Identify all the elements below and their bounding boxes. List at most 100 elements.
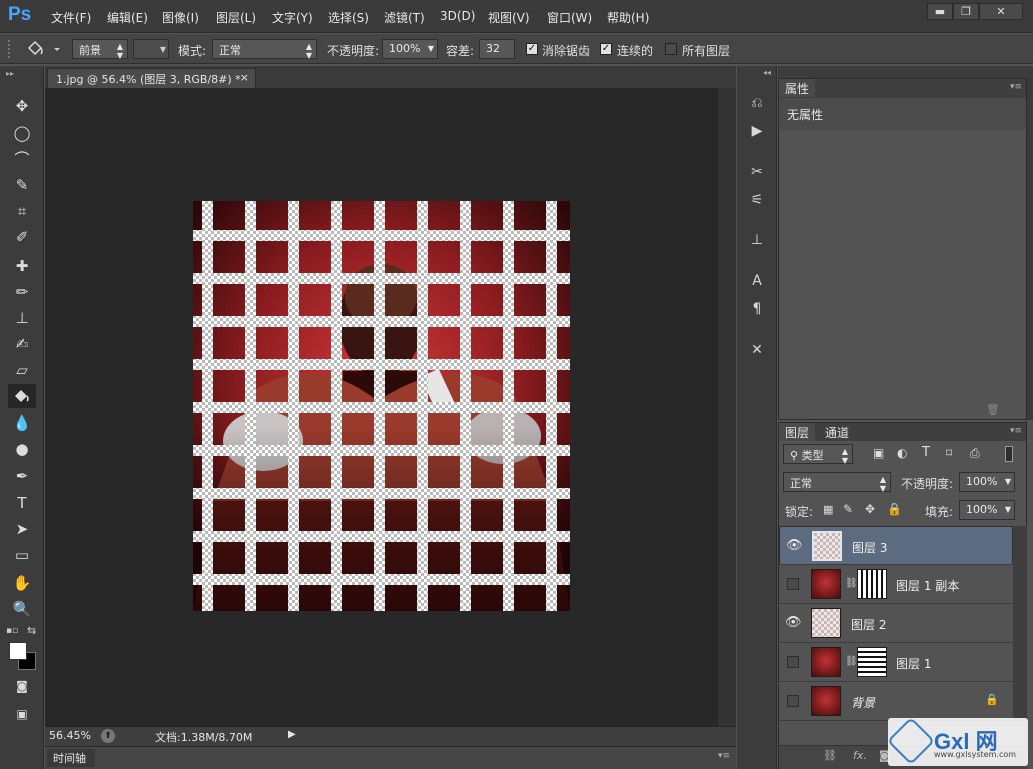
link-icon[interactable]: ⛓ — [845, 578, 858, 589]
fx-icon[interactable]: fx. — [853, 749, 867, 762]
eye-icon[interactable]: 👁 — [786, 538, 803, 554]
link-layers-icon[interactable]: ⛓ — [823, 749, 837, 762]
menu-type[interactable]: 文字(Y) — [272, 9, 313, 26]
tolerance-input[interactable]: 32 — [479, 39, 515, 59]
restore-button[interactable]: ❐ — [953, 3, 979, 20]
blend-mode-select[interactable]: 正常 ▲ ▼ — [783, 472, 891, 493]
type-tool-icon[interactable]: T — [8, 491, 36, 515]
layer-row[interactable]: 👁 图层 3 — [779, 526, 1013, 565]
menu-select[interactable]: 选择(S) — [328, 9, 369, 26]
lock-all-icon[interactable]: 🔒 — [887, 502, 902, 516]
layer-opacity-input[interactable]: 100% ▼ — [959, 472, 1015, 492]
layer-row[interactable]: 👁 图层 2 — [779, 604, 1013, 643]
zoom-tool-icon[interactable]: 🔍 — [8, 597, 36, 621]
share-icon[interactable]: ⬆ — [101, 729, 115, 743]
layer-filter-select[interactable]: ⚲ 类型 ▲ ▼ — [783, 444, 853, 465]
timeline-tab[interactable]: 时间轴 — [47, 749, 95, 767]
trash-icon[interactable]: 🗑 — [986, 403, 1000, 416]
layer-name[interactable]: 图层 3 — [852, 539, 887, 556]
move-tool-icon[interactable]: ✥ — [8, 94, 36, 118]
menu-edit[interactable]: 编辑(E) — [107, 9, 148, 26]
paint-bucket-preset-icon[interactable] — [24, 38, 64, 60]
quick-mask-icon[interactable]: ◙ — [8, 674, 36, 698]
history-panel-icon[interactable]: ⎌ — [746, 92, 768, 114]
layer-mask-thumbnail[interactable] — [857, 647, 887, 677]
quick-selection-tool-icon[interactable]: ✎ — [8, 173, 36, 197]
actions-panel-icon[interactable]: ▶ — [746, 120, 768, 142]
document-tab[interactable]: 1.jpg @ 56.4% (图层 3, RGB/8#) * × — [47, 68, 256, 88]
layer-name[interactable]: 图层 1 — [896, 655, 931, 672]
eraser-tool-icon[interactable]: ▱ — [8, 358, 36, 382]
image-canvas[interactable] — [193, 201, 570, 611]
layer-name[interactable]: 背景 — [851, 694, 875, 711]
filter-toggle-switch[interactable] — [1005, 446, 1013, 462]
lock-position-icon[interactable]: ✥ — [865, 502, 875, 516]
paint-bucket-tool-icon[interactable] — [8, 384, 36, 408]
layer-row[interactable]: ⛓ 图层 1 — [779, 643, 1013, 682]
panel-menu-icon[interactable]: ▾≡ — [1010, 426, 1022, 436]
foreground-color-swatch[interactable] — [9, 642, 27, 660]
menu-3d[interactable]: 3D(D) — [440, 9, 475, 23]
pattern-picker[interactable]: ▼ — [133, 39, 169, 59]
pen-tool-icon[interactable]: ✒ — [8, 464, 36, 488]
history-brush-tool-icon[interactable]: ✍ — [8, 332, 36, 356]
visibility-toggle[interactable] — [787, 695, 799, 707]
brush-tool-icon[interactable]: ✏ — [8, 280, 36, 304]
link-icon[interactable]: ⛓ — [845, 656, 858, 667]
visibility-toggle[interactable] — [787, 578, 799, 590]
expand-arrows-icon[interactable]: ◂◂ — [763, 68, 771, 77]
layer-mask-thumbnail[interactable] — [857, 569, 887, 599]
menu-view[interactable]: 视图(V) — [488, 9, 530, 26]
lock-transparent-icon[interactable]: ▦ — [823, 503, 833, 516]
panel-menu-icon[interactable]: ▾≡ — [718, 751, 730, 761]
clone-source-panel-icon[interactable]: ⊥ — [746, 229, 768, 251]
layer-name[interactable]: 图层 2 — [851, 616, 886, 633]
menu-filter[interactable]: 滤镜(T) — [384, 9, 425, 26]
mode-select[interactable]: 正常 ▲ ▼ — [212, 39, 317, 60]
visibility-toggle[interactable] — [787, 656, 799, 668]
panel-menu-icon[interactable]: ▾≡ — [1010, 82, 1022, 92]
minimize-button[interactable]: ▬ — [927, 3, 953, 20]
eyedropper-tool-icon[interactable]: ✐ — [8, 225, 36, 249]
antialias-checkbox[interactable]: ✓ — [526, 43, 538, 55]
zoom-level[interactable]: 56.45% — [49, 729, 91, 742]
contiguous-checkbox[interactable]: ✓ — [600, 43, 612, 55]
status-menu-arrow-icon[interactable]: ▶ — [288, 729, 296, 740]
default-colors-icon[interactable]: ▪▫ — [6, 626, 18, 636]
opacity-input[interactable]: 100% ▼ — [382, 39, 438, 59]
fill-source-select[interactable]: 前景 ▲ ▼ — [72, 39, 128, 60]
character-panel-icon[interactable]: A — [746, 270, 768, 292]
brush-presets-panel-icon[interactable]: ✂ — [746, 161, 768, 183]
menu-window[interactable]: 窗口(W) — [547, 9, 592, 26]
collapse-arrows-icon[interactable]: ▸▸ — [6, 69, 14, 78]
filter-shape-icon[interactable]: ⌑ — [946, 446, 952, 460]
tool-presets-panel-icon[interactable]: ✕ — [746, 339, 768, 361]
ellipse-marquee-tool-icon[interactable]: ◯ — [8, 121, 36, 145]
dodge-tool-icon[interactable]: ● — [8, 437, 36, 461]
vertical-scrollbar[interactable] — [718, 88, 736, 728]
filter-pixel-icon[interactable]: ▣ — [873, 446, 884, 460]
layers-scrollbar[interactable] — [1013, 526, 1027, 721]
blur-tool-icon[interactable]: 💧 — [8, 411, 36, 435]
close-tab-icon[interactable]: × — [240, 71, 249, 84]
layer-row[interactable]: 背景 🔒 — [779, 682, 1013, 721]
lock-image-icon[interactable]: ✎ — [843, 502, 853, 516]
paragraph-panel-icon[interactable]: ¶ — [746, 298, 768, 320]
properties-tab[interactable]: 属性 — [779, 79, 816, 97]
eye-icon[interactable]: 👁 — [785, 615, 802, 631]
layer-name[interactable]: 图层 1 副本 — [896, 577, 959, 594]
menu-layer[interactable]: 图层(L) — [216, 9, 256, 26]
clone-stamp-tool-icon[interactable]: ⊥ — [8, 306, 36, 330]
properties-scrollbar[interactable] — [1027, 78, 1033, 420]
lasso-tool-icon[interactable]: ⌒ — [8, 147, 36, 171]
menu-image[interactable]: 图像(I) — [162, 9, 199, 26]
swap-colors-icon[interactable]: ⇆ — [27, 624, 36, 637]
path-selection-tool-icon[interactable]: ➤ — [8, 517, 36, 541]
fill-input[interactable]: 100% ▼ — [959, 500, 1015, 520]
adjustments-panel-icon[interactable]: ⚟ — [746, 189, 768, 211]
menu-file[interactable]: 文件(F) — [51, 9, 91, 26]
crop-tool-icon[interactable]: ⌗ — [8, 199, 36, 223]
all-layers-checkbox[interactable] — [665, 43, 677, 55]
document-size-info[interactable]: 文档:1.38M/8.70M — [155, 729, 252, 745]
layer-row[interactable]: ⛓ 图层 1 副本 — [779, 565, 1013, 604]
